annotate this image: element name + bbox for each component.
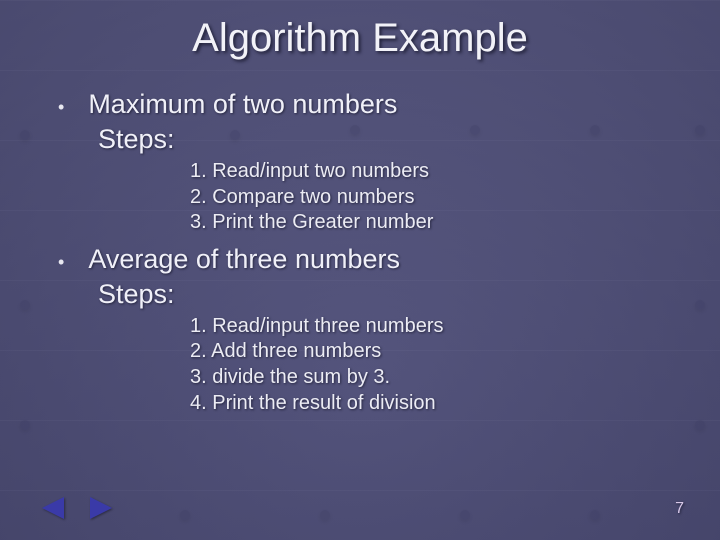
step-line: 2. Add three numbers (190, 339, 680, 365)
arrow-right-icon (90, 497, 112, 519)
steps-label: Steps: (40, 279, 680, 310)
next-button[interactable] (82, 494, 120, 522)
step-line: 4. Print the result of division (190, 391, 680, 417)
step-line: 2. Compare two numbers (190, 185, 680, 211)
slide-content: Algorithm Example • Maximum of two numbe… (0, 0, 720, 540)
bullet-text: Average of three numbers (88, 244, 400, 275)
bullet-icon: • (58, 247, 64, 277)
bullet-row: • Maximum of two numbers (40, 89, 680, 122)
step-line: 3. Print the Greater number (190, 210, 680, 236)
steps-list: 1. Read/input two numbers 2. Compare two… (40, 159, 680, 236)
step-line: 1. Read/input two numbers (190, 159, 680, 185)
bullet-text: Maximum of two numbers (88, 89, 397, 120)
nav-controls (34, 494, 120, 522)
arrow-left-icon (42, 497, 64, 519)
page-number: 7 (675, 500, 684, 518)
steps-list: 1. Read/input three numbers 2. Add three… (40, 314, 680, 416)
prev-button[interactable] (34, 494, 72, 522)
bullet-row: • Average of three numbers (40, 244, 680, 277)
algorithm-block-2: • Average of three numbers Steps: 1. Rea… (40, 244, 680, 416)
slide-title: Algorithm Example (40, 16, 680, 61)
steps-label: Steps: (40, 124, 680, 155)
step-line: 3. divide the sum by 3. (190, 365, 680, 391)
bullet-icon: • (58, 92, 64, 122)
step-line: 1. Read/input three numbers (190, 314, 680, 340)
algorithm-block-1: • Maximum of two numbers Steps: 1. Read/… (40, 89, 680, 236)
